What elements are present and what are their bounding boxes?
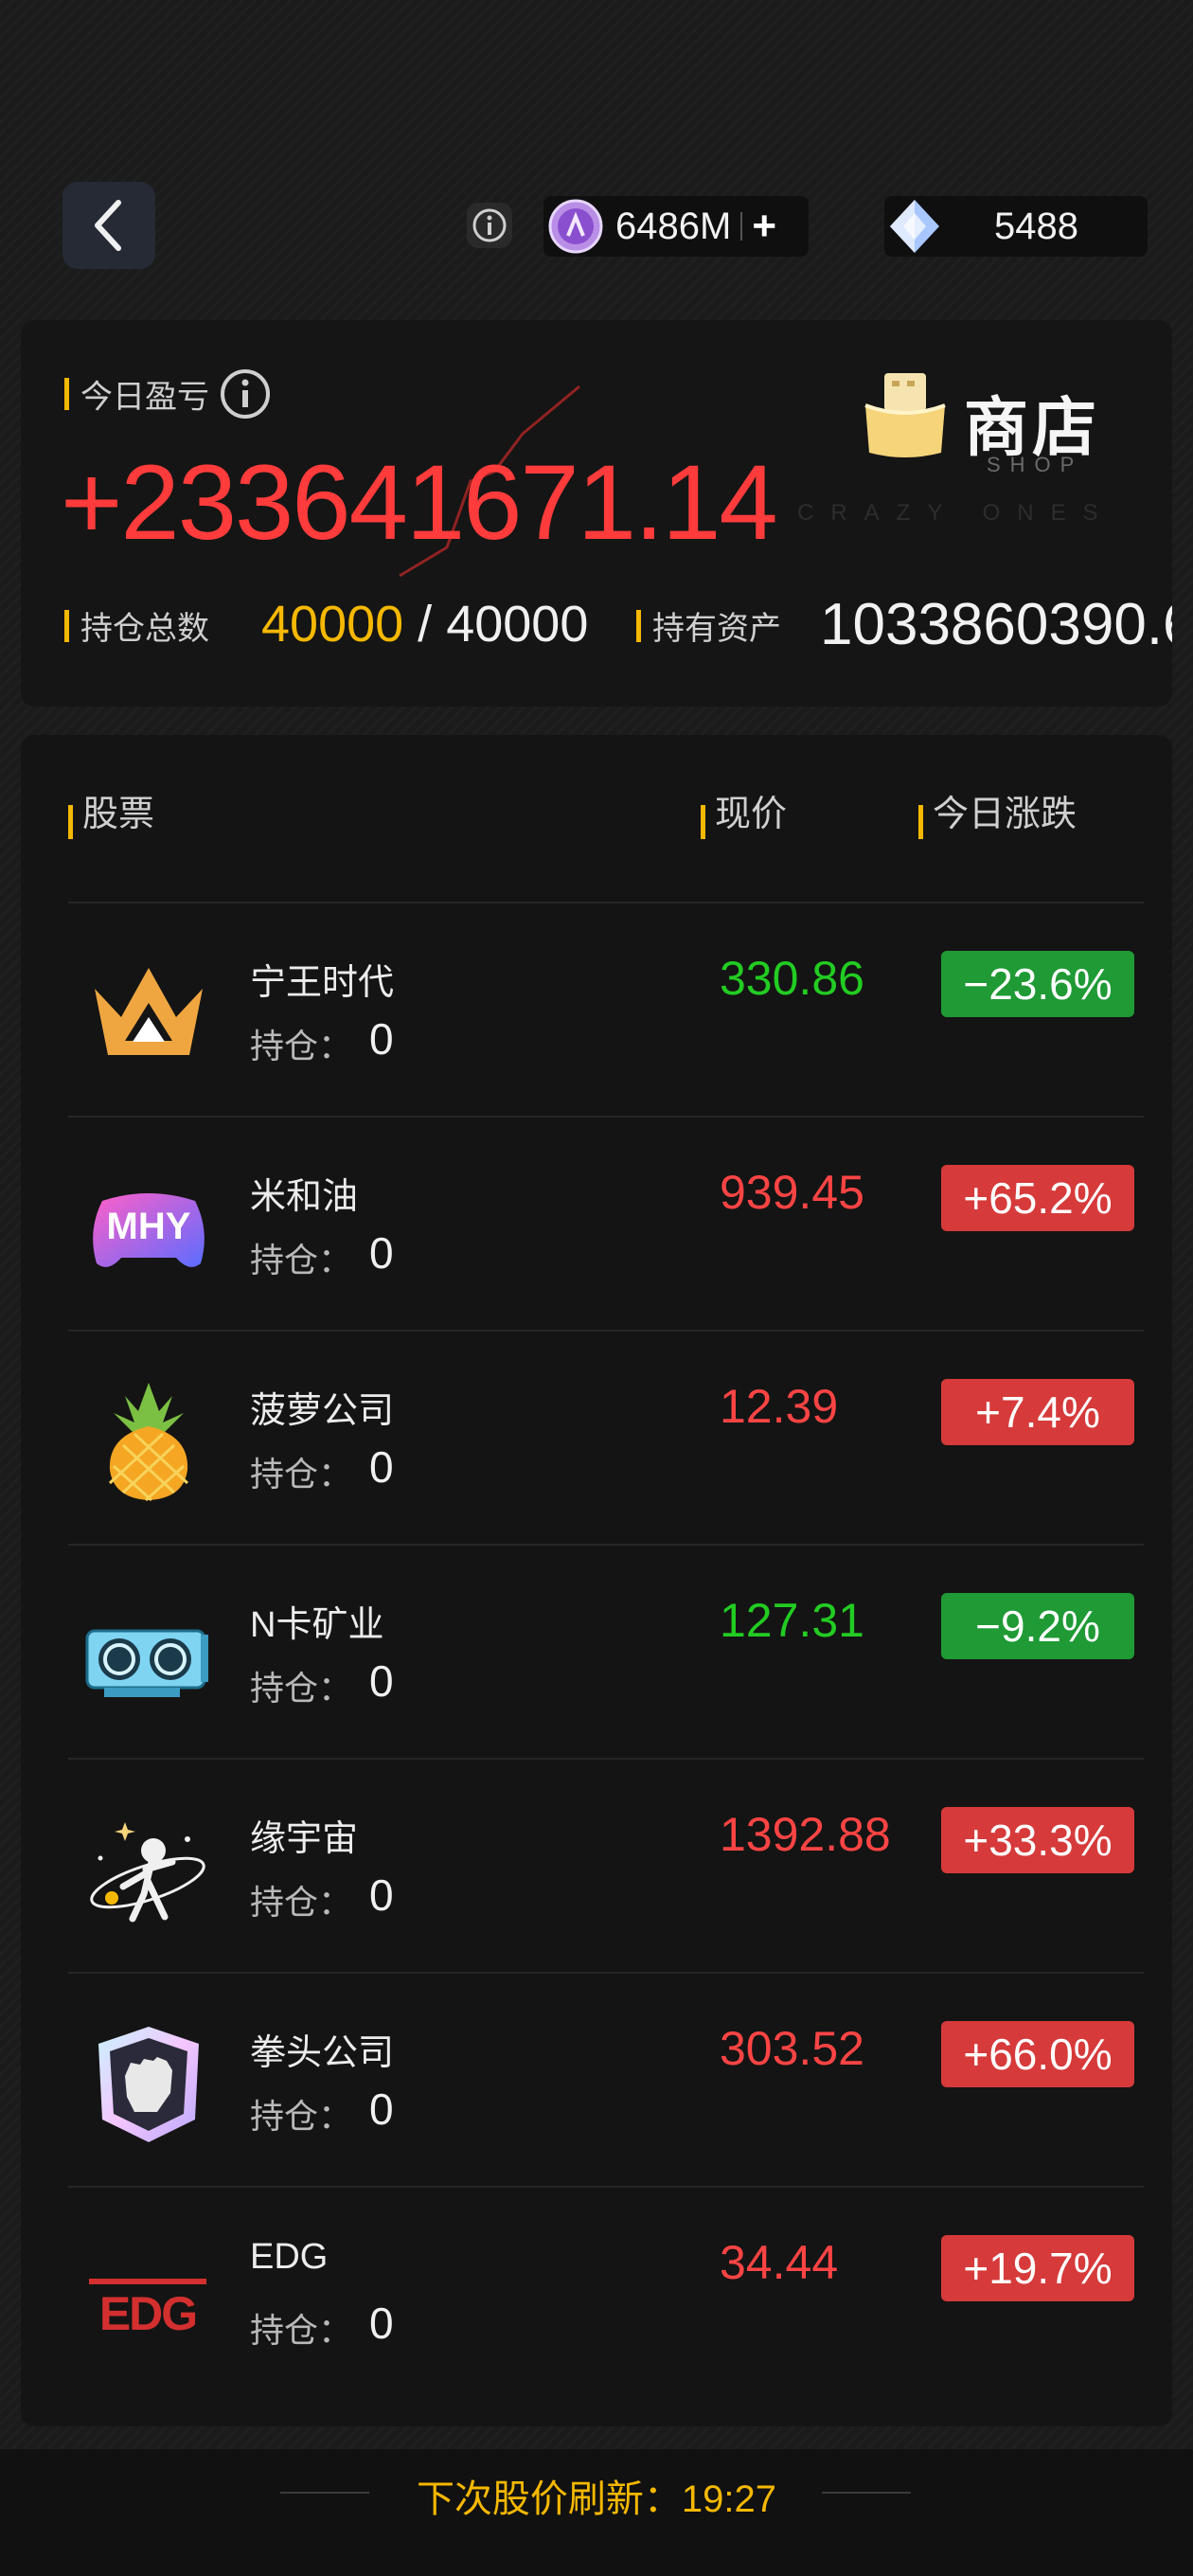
stock-row[interactable]: 拳头公司 持仓： 0 303.52 +66.0% [68, 1972, 1144, 2188]
column-header-change: 今日涨跌 [918, 784, 1077, 839]
hold-label: 持仓： [250, 1455, 353, 1494]
stock-row[interactable]: 菠萝公司 持仓： 0 12.39 +7.4% [68, 1330, 1144, 1546]
svg-text:EDG: EDG [99, 2287, 196, 2340]
summary-card: 今日盈亏 +233641671.14 持仓总数 40000 / 40000 持有… [21, 320, 1172, 707]
hold-label: 持仓： [250, 1241, 353, 1279]
column-header-price: 现价 [701, 784, 787, 839]
hold-current: 40000 [261, 596, 404, 653]
info-icon[interactable] [219, 367, 272, 420]
hold-label: 持仓： [250, 1027, 353, 1065]
purple-coin-icon [548, 199, 603, 254]
chip-divider [740, 212, 743, 241]
change-badge: −9.2% [941, 1593, 1134, 1659]
stock-list-card: 股票 现价 今日涨跌 宁王时代 持仓： 0 330.86 −23.6% MHY [21, 735, 1172, 2426]
astronaut-icon [90, 1822, 205, 1923]
stock-price: 1392.88 [720, 1808, 891, 1861]
stock-name: 米和油 [250, 1177, 359, 1217]
hold-separator: / [403, 596, 447, 653]
hold-label: 持仓： [250, 2097, 353, 2136]
stock-name: 宁王时代 [250, 963, 395, 1003]
change-badge: +66.0% [941, 2021, 1134, 2087]
change-badge: +65.2% [941, 1165, 1134, 1231]
hold-value: 0 [369, 2299, 394, 2348]
stock-price: 12.39 [720, 1380, 839, 1433]
change-badge: −23.6% [941, 951, 1134, 1017]
hold-value: 0 [369, 1442, 394, 1492]
shop-box-icon [864, 373, 946, 457]
hold-value: 0 [369, 2084, 394, 2134]
chevron-left-icon [95, 200, 121, 251]
footer-divider-right [822, 2492, 911, 2494]
footer-bar: 下次股价刷新：19:27 [0, 2449, 1193, 2576]
hold-label: 持仓： [250, 1669, 353, 1708]
hold-total-value: 40000 / 40000 [261, 595, 588, 653]
coin-balance: 6486M + [543, 196, 809, 257]
hold-value: 0 [369, 1014, 394, 1064]
coin-amount: 6486M [615, 205, 732, 247]
label-accent-bar [64, 378, 69, 410]
hold-value: 0 [369, 1870, 394, 1920]
change-badge: +33.3% [941, 1807, 1134, 1873]
stock-name: EDG [250, 2237, 329, 2277]
stock-price: 303.52 [720, 2022, 864, 2075]
stock-name: 菠萝公司 [250, 1391, 395, 1431]
profit-label: 今日盈亏 [64, 367, 272, 420]
stock-row[interactable]: N卡矿业 持仓： 0 127.31 −9.2% [68, 1544, 1144, 1760]
stock-price: 939.45 [720, 1166, 864, 1219]
stock-name: 缘宇宙 [250, 1819, 359, 1859]
stock-row[interactable]: MHY 米和油 持仓： 0 939.45 +65.2% [68, 1116, 1144, 1332]
hold-label: 持仓： [250, 1883, 353, 1922]
svg-text:MHY: MHY [107, 1206, 191, 1247]
graphics-card-icon [85, 1629, 208, 1697]
stock-row[interactable]: 宁王时代 持仓： 0 330.86 −23.6% [68, 902, 1144, 1118]
pineapple-icon [108, 1383, 189, 1502]
edg-logo-icon: EDG [89, 2279, 206, 2340]
hold-label: 持仓： [250, 2311, 353, 2350]
column-header-stock: 股票 [68, 784, 154, 839]
stock-price: 34.44 [720, 2236, 839, 2289]
hold-value: 0 [369, 1228, 394, 1278]
stock-row[interactable]: 缘宇宙 持仓： 0 1392.88 +33.3% [68, 1758, 1144, 1974]
change-badge: +19.7% [941, 2235, 1134, 2301]
gem-amount: 5488 [994, 205, 1078, 247]
gamepad-mhy-icon: MHY [93, 1193, 205, 1267]
add-coins-button[interactable]: + [752, 203, 776, 250]
crown-icon [95, 968, 203, 1055]
back-button[interactable] [62, 182, 155, 269]
shop-button[interactable]: 商店 SHOP [841, 358, 1153, 491]
change-badge: +7.4% [941, 1379, 1134, 1445]
stock-price: 127.31 [720, 1594, 864, 1647]
info-button[interactable] [467, 203, 512, 248]
refresh-countdown: 下次股价刷新：19:27 [416, 2478, 777, 2520]
hold-max: 40000 [446, 596, 589, 653]
stock-price: 330.86 [720, 952, 864, 1005]
watermark-text: CRAZY ONES [797, 500, 1115, 526]
fist-shield-icon [98, 2027, 199, 2142]
stock-row[interactable]: EDG EDG 持仓： 0 34.44 +19.7% [68, 2186, 1144, 2402]
shop-sublabel: SHOP [987, 453, 1084, 476]
profit-value: +233641671.14 [61, 443, 778, 562]
asset-label: 持有资产 [636, 602, 781, 649]
hold-value: 0 [369, 1656, 394, 1706]
hold-total-label: 持仓总数 [64, 602, 209, 649]
stock-name: 拳头公司 [250, 2033, 395, 2073]
info-icon [472, 208, 507, 242]
stock-name: N卡矿业 [250, 1605, 384, 1645]
gem-balance: 5488 [884, 196, 1148, 257]
asset-value: 1033860390.6 [820, 592, 1172, 657]
diamond-icon [890, 200, 939, 253]
